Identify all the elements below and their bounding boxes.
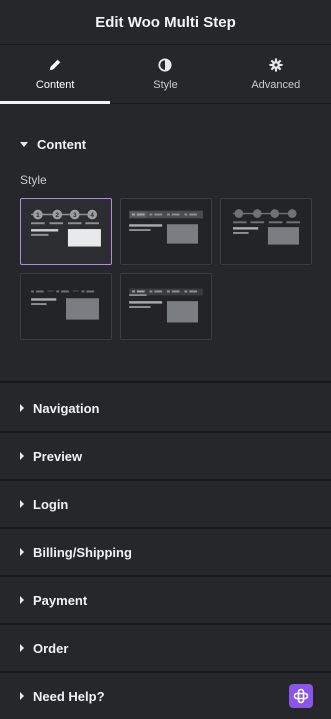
tab-style[interactable]: Style bbox=[110, 45, 220, 103]
gear-icon bbox=[269, 57, 283, 72]
step-number-4: 4 bbox=[90, 212, 94, 219]
accordion-order[interactable]: Order bbox=[0, 625, 331, 673]
panel-title: Edit Woo Multi Step bbox=[95, 13, 236, 31]
tab-style-label: Style bbox=[153, 78, 178, 91]
accordion-payment[interactable]: Payment bbox=[0, 577, 331, 625]
caret-right-icon bbox=[20, 404, 24, 412]
contrast-icon bbox=[158, 57, 173, 72]
style-preset-4-thumbnail bbox=[31, 290, 99, 320]
accordion-preview[interactable]: Preview bbox=[0, 433, 331, 481]
accordion-navigation[interactable]: Navigation bbox=[0, 385, 331, 433]
step-number-3: 3 bbox=[73, 212, 77, 219]
style-preset-2-thumbnail bbox=[129, 210, 203, 244]
accordion-need-help-title: Need Help? bbox=[33, 688, 105, 704]
tab-advanced-label: Advanced bbox=[251, 78, 301, 91]
style-preset-grid: 1 2 3 4 bbox=[20, 198, 312, 341]
caret-right-icon bbox=[20, 548, 24, 556]
caret-down-icon bbox=[20, 142, 28, 147]
style-preset-1[interactable]: 1 2 3 4 bbox=[20, 198, 112, 265]
pencil-icon bbox=[49, 59, 61, 70]
tab-advanced[interactable]: Advanced bbox=[221, 45, 331, 103]
caret-right-icon bbox=[20, 692, 24, 700]
accordion-payment-title: Payment bbox=[33, 592, 88, 608]
tab-content-label: Content bbox=[35, 78, 75, 91]
accordion-billing-shipping[interactable]: Billing/Shipping bbox=[0, 529, 331, 577]
help-widget-icon bbox=[293, 688, 309, 704]
style-preset-3-thumbnail bbox=[233, 209, 300, 245]
style-preset-4[interactable] bbox=[20, 273, 112, 340]
accordion-order-title: Order bbox=[33, 640, 69, 656]
caret-right-icon bbox=[20, 644, 24, 652]
style-preset-3[interactable] bbox=[220, 198, 312, 265]
help-widget-button[interactable] bbox=[289, 684, 313, 708]
accordion-need-help[interactable]: Need Help? bbox=[0, 673, 331, 719]
tab-bar: Content Style Advanced bbox=[0, 45, 331, 104]
style-preset-5[interactable] bbox=[120, 273, 212, 340]
content-section: Content Style 1 2 3 4 bbox=[0, 104, 331, 383]
step-number-1: 1 bbox=[36, 212, 40, 219]
accordion-login-title: Login bbox=[33, 496, 69, 512]
accordion-login[interactable]: Login bbox=[0, 481, 331, 529]
caret-right-icon bbox=[20, 596, 24, 604]
tab-content[interactable]: Content bbox=[0, 45, 111, 104]
style-preset-5-thumbnail bbox=[129, 288, 203, 323]
content-section-header[interactable]: Content bbox=[0, 124, 331, 164]
style-preset-1-thumbnail: 1 2 3 4 bbox=[31, 209, 101, 247]
style-preset-2[interactable] bbox=[120, 198, 212, 265]
panel-header: Edit Woo Multi Step bbox=[0, 0, 331, 45]
accordion-navigation-title: Navigation bbox=[33, 400, 100, 416]
accordion-preview-title: Preview bbox=[33, 448, 83, 464]
caret-right-icon bbox=[20, 452, 24, 460]
style-label: Style bbox=[20, 173, 47, 187]
caret-right-icon bbox=[20, 500, 24, 508]
step-number-2: 2 bbox=[56, 212, 60, 219]
content-section-title: Content bbox=[37, 136, 87, 152]
accordion-billing-shipping-title: Billing/Shipping bbox=[33, 544, 132, 560]
